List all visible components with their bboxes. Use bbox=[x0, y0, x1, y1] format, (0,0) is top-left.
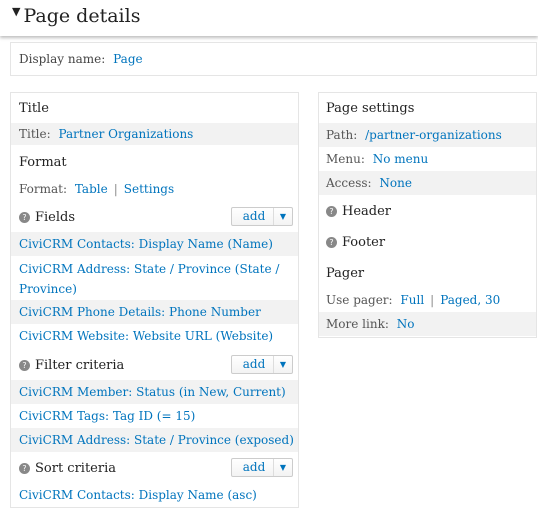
page-title-toggle[interactable]: ▼ Page details bbox=[12, 5, 140, 27]
sort-add-label[interactable]: add bbox=[232, 460, 276, 474]
header-label: Header bbox=[342, 204, 392, 219]
collapse-triangle-icon[interactable]: ▼ bbox=[12, 5, 20, 18]
field-item: CiviCRM Contacts: Display Name (Name) bbox=[11, 232, 298, 256]
filter-heading: ? Filter criteria bbox=[19, 358, 124, 373]
access-link[interactable]: None bbox=[379, 176, 412, 190]
format-heading: Format bbox=[19, 155, 67, 170]
title-label: Title: bbox=[19, 127, 51, 141]
title-row: Title: Partner Organizations bbox=[11, 123, 298, 145]
access-row: Access: None bbox=[319, 171, 536, 195]
help-icon[interactable]: ? bbox=[19, 463, 30, 474]
format-table-link[interactable]: Table bbox=[75, 182, 108, 196]
sort-add-button[interactable]: add ▼ bbox=[231, 458, 293, 477]
title-value-link[interactable]: Partner Organizations bbox=[58, 127, 193, 141]
pager-separator: | bbox=[430, 293, 435, 307]
left-column: Title Title: Partner Organizations Forma… bbox=[10, 92, 299, 508]
access-label: Access: bbox=[326, 176, 372, 190]
field-link[interactable]: CiviCRM Contacts: Display Name (Name) bbox=[19, 237, 273, 251]
menu-row: Menu: No menu bbox=[319, 147, 536, 171]
fields-heading: ? Fields bbox=[19, 210, 75, 225]
sort-link[interactable]: CiviCRM Contacts: Display Name (asc) bbox=[19, 488, 257, 502]
sort-item: CiviCRM Contacts: Display Name (asc) bbox=[11, 483, 298, 507]
format-separator: | bbox=[113, 182, 118, 196]
help-icon[interactable]: ? bbox=[326, 237, 337, 248]
chevron-down-icon[interactable]: ▼ bbox=[273, 459, 292, 476]
field-item: CiviCRM Phone Details: Phone Number bbox=[11, 300, 298, 324]
header-heading: ? Header bbox=[326, 204, 391, 219]
filter-link[interactable]: CiviCRM Address: State / Province (expos… bbox=[19, 433, 294, 447]
display-name-box: Display name: Page bbox=[10, 42, 537, 76]
path-row: Path: /partner-organizations bbox=[319, 123, 536, 147]
filter-item: CiviCRM Member: Status (in New, Current) bbox=[11, 380, 298, 404]
format-settings-link[interactable]: Settings bbox=[124, 182, 174, 196]
menu-link[interactable]: No menu bbox=[373, 152, 428, 166]
page-title: Page details bbox=[23, 5, 141, 27]
filter-link[interactable]: CiviCRM Member: Status (in New, Current) bbox=[19, 385, 286, 399]
field-link[interactable]: CiviCRM Address: State / Province (State… bbox=[19, 262, 279, 276]
field-item: CiviCRM Address: State / Province (State… bbox=[11, 256, 298, 300]
display-name-label: Display name: bbox=[19, 52, 106, 66]
more-link-value[interactable]: No bbox=[397, 317, 415, 331]
help-icon[interactable]: ? bbox=[19, 212, 30, 223]
footer-heading: ? Footer bbox=[326, 235, 385, 250]
chevron-down-icon[interactable]: ▼ bbox=[273, 208, 292, 225]
display-name-link[interactable]: Page bbox=[113, 52, 142, 66]
chevron-down-icon[interactable]: ▼ bbox=[273, 356, 292, 373]
page-settings-heading: Page settings bbox=[326, 101, 415, 116]
field-link[interactable]: CiviCRM Phone Details: Phone Number bbox=[19, 305, 261, 319]
fields-add-button[interactable]: add ▼ bbox=[231, 207, 293, 226]
pager-full-link[interactable]: Full bbox=[400, 293, 424, 307]
more-link-row: More link: No bbox=[319, 312, 536, 336]
help-icon[interactable]: ? bbox=[326, 206, 337, 217]
use-pager-label: Use pager: bbox=[326, 293, 393, 307]
sort-heading: ? Sort criteria bbox=[19, 461, 116, 476]
filter-item: CiviCRM Address: State / Province (expos… bbox=[11, 428, 298, 452]
fields-add-label[interactable]: add bbox=[232, 209, 276, 223]
help-icon[interactable]: ? bbox=[19, 360, 30, 371]
path-link[interactable]: /partner-organizations bbox=[365, 128, 502, 142]
field-item: CiviCRM Website: Website URL (Website) bbox=[11, 324, 298, 348]
filter-heading-label: Filter criteria bbox=[35, 358, 125, 373]
filter-link[interactable]: CiviCRM Tags: Tag ID (= 15) bbox=[19, 409, 195, 423]
pager-heading: Pager bbox=[326, 266, 365, 281]
format-row: Format: Table | Settings bbox=[11, 178, 298, 200]
field-link[interactable]: CiviCRM Website: Website URL (Website) bbox=[19, 329, 273, 343]
footer-label: Footer bbox=[342, 235, 386, 250]
fields-heading-label: Fields bbox=[35, 210, 76, 225]
more-link-label: More link: bbox=[326, 317, 389, 331]
right-column: Page settings Path: /partner-organizatio… bbox=[318, 92, 537, 338]
use-pager-row: Use pager: Full|Paged, 30 items bbox=[319, 288, 536, 331]
filter-item: CiviCRM Tags: Tag ID (= 15) bbox=[11, 404, 298, 428]
sort-heading-label: Sort criteria bbox=[35, 461, 116, 476]
title-heading: Title bbox=[19, 101, 49, 116]
filter-add-label[interactable]: add bbox=[232, 357, 276, 371]
menu-label: Menu: bbox=[326, 152, 365, 166]
filter-add-button[interactable]: add ▼ bbox=[231, 355, 293, 374]
path-label: Path: bbox=[326, 128, 358, 142]
format-label: Format: bbox=[19, 182, 68, 196]
field-link-continued[interactable]: Province) bbox=[19, 282, 77, 296]
